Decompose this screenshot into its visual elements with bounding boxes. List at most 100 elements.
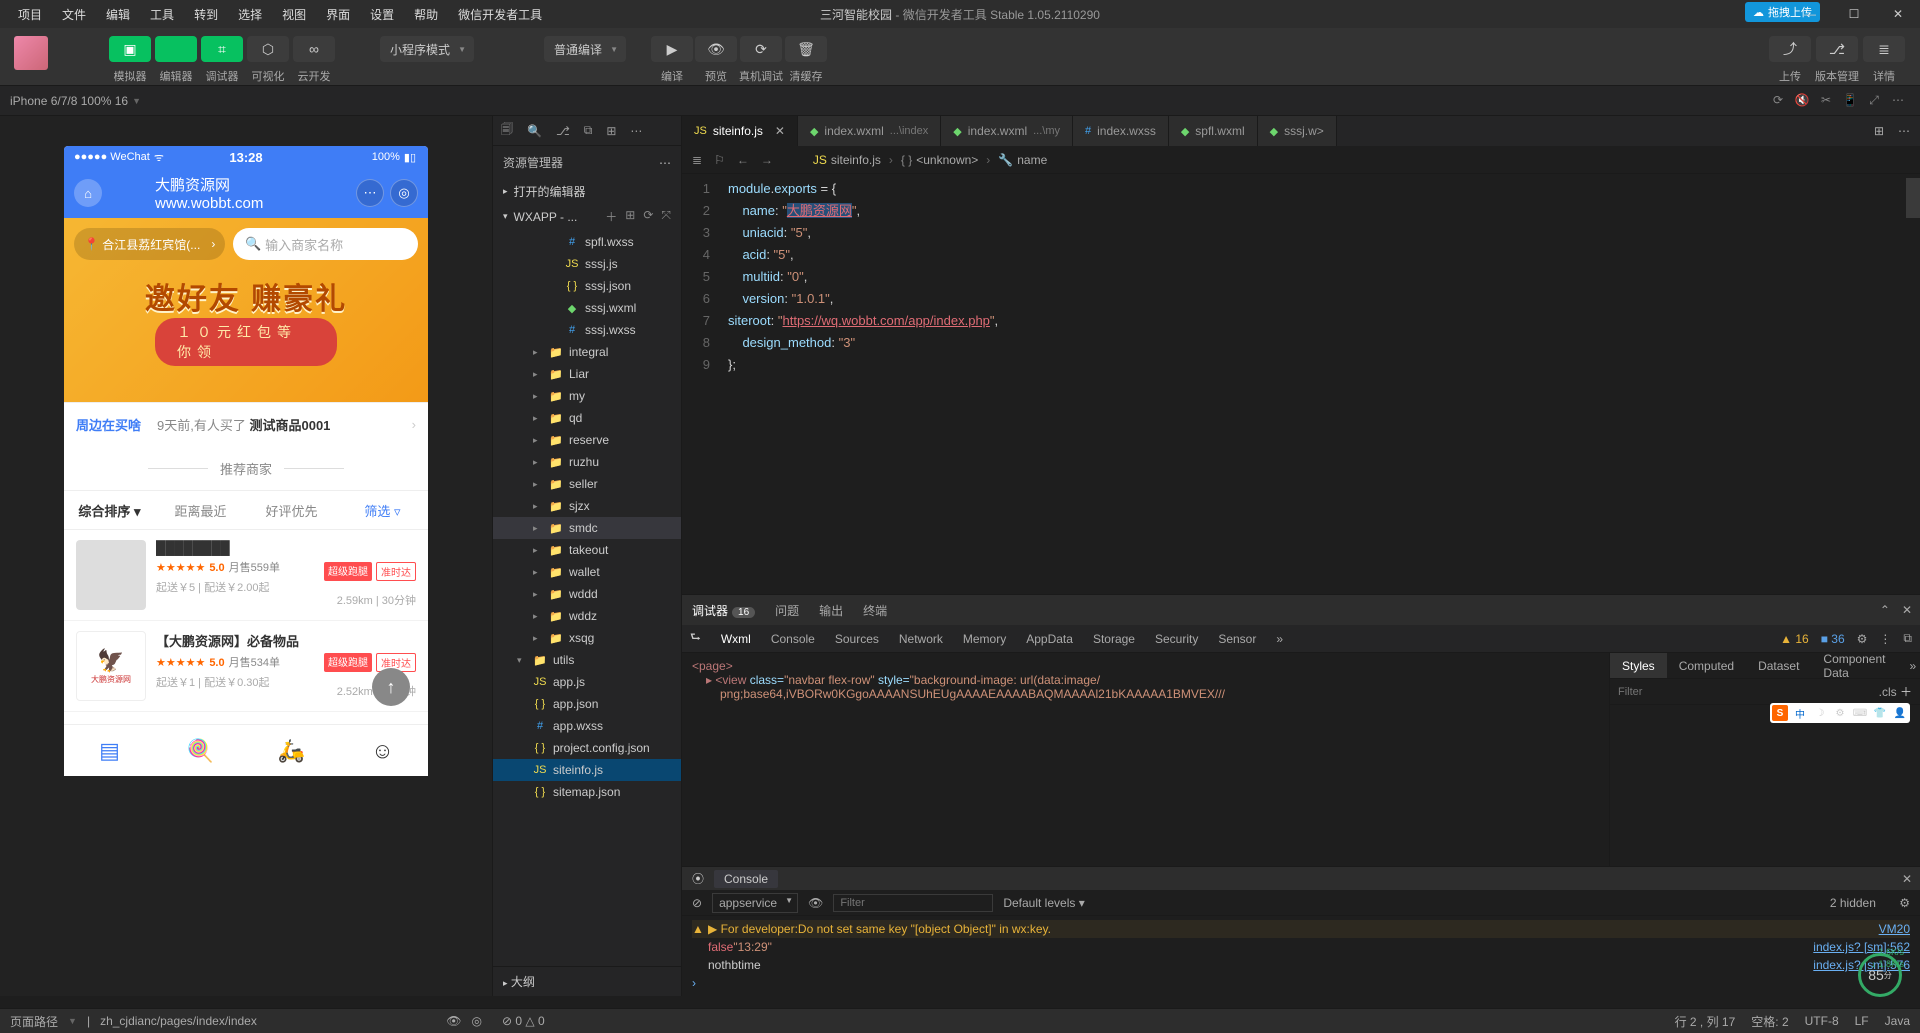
code-editor[interactable]: 123456789 module.exports = { name: "大鹏资源… bbox=[682, 174, 1920, 594]
ime-toolbar[interactable]: S中☽⚙⌨👕👤 bbox=[1770, 703, 1910, 723]
menu-项目[interactable]: 项目 bbox=[8, 6, 52, 23]
files-icon[interactable]: 🗐 bbox=[501, 120, 513, 141]
版本管理-button[interactable]: ⎇ bbox=[1816, 36, 1858, 62]
console-toggle-icon[interactable]: ⦿ bbox=[692, 870, 704, 887]
tree-node-ruzhu[interactable]: ▸📁ruzhu bbox=[493, 451, 681, 473]
search-input[interactable]: 🔍 输入商家名称 bbox=[233, 228, 418, 260]
outline-section[interactable]: ▸ 大纲 bbox=[493, 966, 681, 996]
list-icon[interactable]: ≣ bbox=[692, 153, 702, 167]
cursor-position[interactable]: 行 2 , 列 17 bbox=[1675, 1013, 1736, 1030]
可视化-button[interactable]: ⬡ bbox=[247, 36, 289, 62]
ext-icon[interactable]: ⊞ bbox=[606, 124, 616, 138]
problems-count[interactable]: ⊘ 0 △ 0 bbox=[502, 1014, 545, 1028]
tree-node-xsqg[interactable]: ▸📁xsqg bbox=[493, 627, 681, 649]
tree-node-Liar[interactable]: ▸📁Liar bbox=[493, 363, 681, 385]
eye-icon[interactable]: 👁 bbox=[808, 896, 823, 910]
devtools-tab-Console[interactable]: Console bbox=[771, 632, 815, 646]
collapse-icon[interactable]: ⤧ bbox=[661, 208, 671, 225]
menu-界面[interactable]: 界面 bbox=[316, 6, 360, 23]
branch-icon[interactable]: ⎇ bbox=[556, 124, 570, 138]
tab-index.wxml[interactable]: ◆index.wxml...\index bbox=[798, 116, 941, 146]
page-path[interactable]: zh_cjdianc/pages/index/index bbox=[100, 1014, 257, 1028]
target-icon[interactable]: ◎ bbox=[472, 1014, 482, 1028]
devtools-tab-Memory[interactable]: Memory bbox=[963, 632, 1006, 646]
close-icon[interactable]: ✕ bbox=[1902, 603, 1912, 617]
back-icon[interactable]: ← bbox=[737, 153, 749, 167]
devtools-tab-Wxml[interactable]: Wxml bbox=[721, 632, 751, 646]
debugger-tab-调试器[interactable]: 调试器16 bbox=[692, 602, 755, 619]
compile-dropdown[interactable]: 普通编译 bbox=[544, 36, 626, 62]
tree-node-qd[interactable]: ▸📁qd bbox=[493, 407, 681, 429]
indent-mode[interactable]: 空格: 2 bbox=[1751, 1013, 1788, 1030]
capsule-close-icon[interactable]: ◎ bbox=[390, 179, 418, 207]
devtools-tab-Security[interactable]: Security bbox=[1155, 632, 1198, 646]
styles-tab-Dataset[interactable]: Dataset bbox=[1746, 653, 1811, 678]
filter-综合排序[interactable]: 综合排序 ▾ bbox=[64, 501, 155, 520]
debugger-tab-问题[interactable]: 问题 bbox=[775, 602, 799, 619]
menu-设置[interactable]: 设置 bbox=[360, 6, 404, 23]
console-body[interactable]: ▲▶ For developer:Do not set same key "[o… bbox=[682, 916, 1920, 996]
真机调试-button[interactable]: ⟳ bbox=[740, 36, 782, 62]
tree-node-seller[interactable]: ▸📁seller bbox=[493, 473, 681, 495]
bookmark-icon[interactable]: ⚐ bbox=[714, 153, 725, 167]
devtools-tab-Network[interactable]: Network bbox=[899, 632, 943, 646]
预览-button[interactable]: 👁 bbox=[695, 36, 737, 62]
tree-node-wddd[interactable]: ▸📁wddd bbox=[493, 583, 681, 605]
menu-转到[interactable]: 转到 bbox=[184, 6, 228, 23]
project-section[interactable]: ▾WXAPP - ... ＋ ⊞ ⟳ ⤧ bbox=[493, 204, 681, 229]
close-button[interactable]: ✕ bbox=[1876, 0, 1920, 28]
console-row[interactable]: ▲▶ For developer:Do not set same key "[o… bbox=[692, 920, 1910, 938]
tabs-more-icon[interactable]: ⋯ bbox=[1898, 124, 1910, 138]
tree-node-project.config.json[interactable]: { }project.config.json bbox=[493, 737, 681, 759]
device-action-icon[interactable]: ✂ bbox=[1814, 93, 1838, 108]
device-action-icon[interactable]: ⋯ bbox=[1886, 93, 1910, 108]
wxml-panel[interactable]: <page> ▸ <view class="navbar flex-row" s… bbox=[682, 653, 1610, 866]
cls-toggle[interactable]: .cls bbox=[1879, 685, 1897, 699]
forward-icon[interactable]: → bbox=[761, 153, 773, 167]
levels-dropdown[interactable]: Default levels ▾ bbox=[1003, 896, 1084, 910]
device-action-icon[interactable]: 📱 bbox=[1838, 93, 1862, 108]
user-avatar[interactable] bbox=[14, 36, 48, 70]
refresh-icon[interactable]: ⟳ bbox=[643, 208, 653, 225]
devtools-tab-Sensor[interactable]: Sensor bbox=[1218, 632, 1256, 646]
tree-node-my[interactable]: ▸📁my bbox=[493, 385, 681, 407]
dock-icon[interactable]: ⧉ bbox=[1903, 631, 1912, 646]
new-folder-icon[interactable]: ⊞ bbox=[625, 208, 635, 225]
tree-node-reserve[interactable]: ▸📁reserve bbox=[493, 429, 681, 451]
filter-距离最近[interactable]: 距离最近 bbox=[155, 501, 246, 520]
清缓存-button[interactable]: 🗑 bbox=[785, 36, 827, 62]
menu-选择[interactable]: 选择 bbox=[228, 6, 272, 23]
menu-编辑[interactable]: 编辑 bbox=[96, 6, 140, 23]
maximize-button[interactable]: ☐ bbox=[1832, 0, 1876, 28]
phone-preview[interactable]: ●●●●● WeChatᯤ 13:28 100%▮▯ ⌂ 大鹏资源网 www.w… bbox=[64, 146, 428, 776]
console-close-icon[interactable]: ✕ bbox=[1902, 872, 1912, 886]
console-row[interactable]: nothbtimeindex.js? [sm]:576 bbox=[692, 956, 1910, 974]
device-action-icon[interactable]: ⟳ bbox=[1766, 93, 1790, 108]
详情-button[interactable]: ≣ bbox=[1863, 36, 1905, 62]
device-action-icon[interactable]: ⤢ bbox=[1862, 93, 1886, 108]
tree-node-sssj.wxml[interactable]: ◆sssj.wxml bbox=[493, 297, 681, 319]
around-row[interactable]: 周边在买啥 9天前,有人买了 测试商品0001 › bbox=[64, 402, 428, 446]
tree-node-wddz[interactable]: ▸📁wddz bbox=[493, 605, 681, 627]
tab-index.wxml[interactable]: ◆index.wxml...\my bbox=[941, 116, 1073, 146]
search-icon[interactable]: 🔍 bbox=[527, 124, 542, 138]
language-mode[interactable]: Java bbox=[1885, 1014, 1910, 1028]
tree-node-wallet[interactable]: ▸📁wallet bbox=[493, 561, 681, 583]
console-filter-input[interactable] bbox=[833, 894, 993, 912]
tab-user-icon[interactable]: ☺ bbox=[337, 725, 428, 776]
tree-node-sitemap.json[interactable]: { }sitemap.json bbox=[493, 781, 681, 803]
tab-siteinfo.js[interactable]: JSsiteinfo.js✕ bbox=[682, 116, 798, 146]
debugger-tab-终端[interactable]: 终端 bbox=[863, 602, 887, 619]
模拟器-button[interactable]: ▣ bbox=[109, 36, 151, 62]
tree-node-app.js[interactable]: JSapp.js bbox=[493, 671, 681, 693]
tab-home-icon[interactable]: ▤ bbox=[64, 725, 155, 776]
tree-node-sssj.wxss[interactable]: #sssj.wxss bbox=[493, 319, 681, 341]
console-row[interactable]: false "13:29"index.js? [sm]:562 bbox=[692, 938, 1910, 956]
上传-button[interactable]: ⤴ bbox=[1769, 36, 1811, 62]
tab-delivery-icon[interactable]: 🛵 bbox=[246, 725, 337, 776]
minimize-button[interactable]: — bbox=[1788, 0, 1832, 28]
tab-candy-icon[interactable]: 🍭 bbox=[155, 725, 246, 776]
tree-node-sssj.json[interactable]: { }sssj.json bbox=[493, 275, 681, 297]
tree-node-sssj.js[interactable]: JSsssj.js bbox=[493, 253, 681, 275]
tabs-overflow-icon[interactable]: ⊞ bbox=[1874, 124, 1884, 138]
